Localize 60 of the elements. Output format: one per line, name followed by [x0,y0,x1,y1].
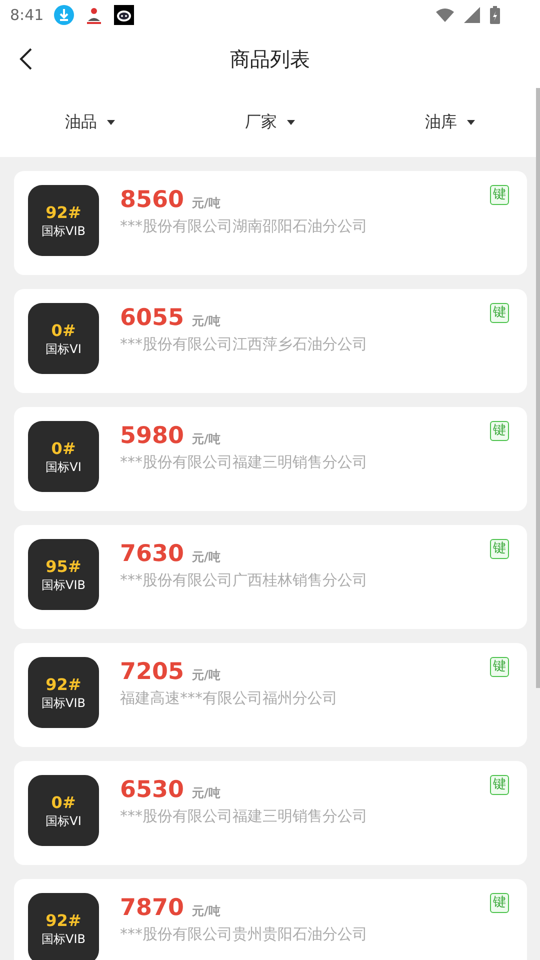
page-title: 商品列表 [230,46,310,72]
standard-text: 国标VIB [42,222,86,238]
grade-text: 0# [51,792,76,812]
caret-icon [287,120,295,125]
grade-text: 92# [46,674,82,694]
key-tag: 键 [490,185,509,205]
company-text: ***股份有限公司广西桂林销售分公司 [120,571,368,590]
download-icon [54,5,74,25]
wifi-icon [436,8,454,22]
key-tag: 键 [490,657,509,677]
product-card[interactable]: 92# 国标VIB 8560 元/吨 ***股份有限公司湖南邵阳石油分公司 键 [14,171,527,275]
product-card[interactable]: 95# 国标VIB 7630 元/吨 ***股份有限公司广西桂林销售分公司 键 [14,525,527,629]
product-card[interactable]: 92# 国标VIB 7205 元/吨 福建高速***有限公司福州分公司 键 [14,643,527,747]
grade-text: 0# [51,320,76,340]
product-card[interactable]: 92# 国标VIB 7870 元/吨 ***股份有限公司贵州贵阳石油分公司 键 [14,879,527,960]
unit-text: 元/吨 [192,667,220,684]
robot-icon [114,5,134,25]
caret-icon [107,120,115,125]
company-text: ***股份有限公司湖南邵阳石油分公司 [120,217,368,236]
grade-text: 92# [46,910,82,930]
battery-icon [490,6,500,24]
standard-text: 国标VIB [42,694,86,710]
price-text: 7870 [120,895,184,921]
price-text: 7630 [120,541,184,567]
grade-text: 0# [51,438,76,458]
price-text: 5980 [120,423,184,449]
standard-text: 国标VI [46,340,82,356]
standard-text: 国标VIB [42,576,86,592]
price-text: 7205 [120,659,184,685]
product-card[interactable]: 0# 国标VI 6530 元/吨 ***股份有限公司福建三明销售分公司 键 [14,761,527,865]
unit-text: 元/吨 [192,195,220,212]
unit-text: 元/吨 [192,903,220,920]
key-tag: 键 [490,539,509,559]
standard-text: 国标VI [46,458,82,474]
price-text: 6530 [120,777,184,803]
price-text: 6055 [120,305,184,331]
product-card[interactable]: 0# 国标VI 6055 元/吨 ***股份有限公司江西萍乡石油分公司 键 [14,289,527,393]
price-text: 8560 [120,187,184,213]
unit-text: 元/吨 [192,785,220,802]
company-text: 福建高速***有限公司福州分公司 [120,689,338,708]
standard-text: 国标VI [46,812,82,828]
key-tag: 键 [490,303,509,323]
caret-icon [467,120,475,125]
company-text: ***股份有限公司福建三明销售分公司 [120,453,368,472]
company-text: ***股份有限公司贵州贵阳石油分公司 [120,925,368,944]
back-icon[interactable] [19,47,33,71]
product-card[interactable]: 0# 国标VI 5980 元/吨 ***股份有限公司福建三明销售分公司 键 [14,407,527,511]
grade-text: 95# [46,556,82,576]
key-tag: 键 [490,893,509,913]
standard-text: 国标VIB [42,930,86,946]
company-text: ***股份有限公司福建三明销售分公司 [120,807,368,826]
unit-text: 元/吨 [192,549,220,566]
unit-text: 元/吨 [192,313,220,330]
status-time: 8:41 [10,6,44,24]
grade-text: 92# [46,202,82,222]
signal-icon [464,7,480,23]
key-tag: 键 [490,775,509,795]
unit-text: 元/吨 [192,431,220,448]
key-tag: 键 [490,421,509,441]
company-text: ***股份有限公司江西萍乡石油分公司 [120,335,368,354]
